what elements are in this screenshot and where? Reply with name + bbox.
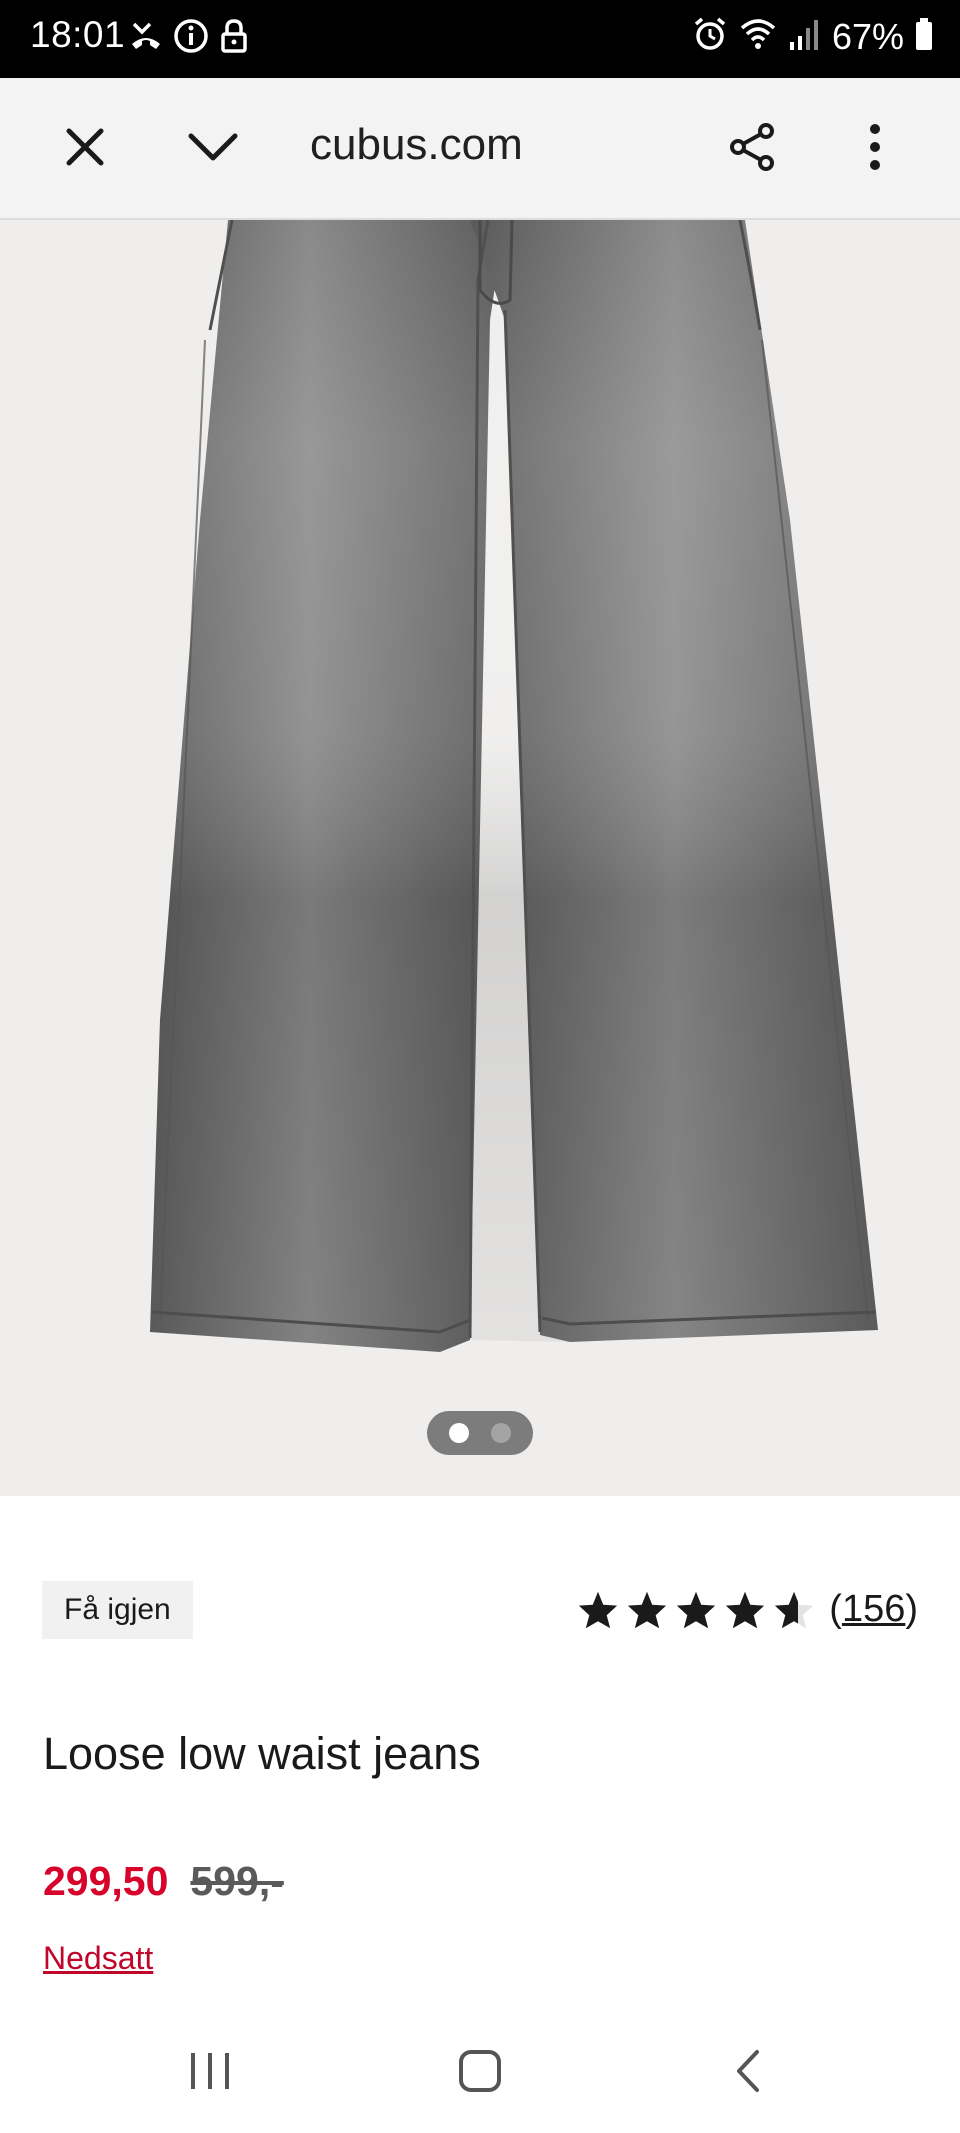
alarm-icon [692, 14, 728, 59]
star-icon [579, 1591, 618, 1628]
share-button[interactable] [717, 114, 787, 184]
close-tab-button[interactable] [50, 114, 120, 184]
status-right-icons: 67% [692, 14, 934, 59]
missed-call-icon [128, 16, 164, 61]
review-count-open: ( [829, 1588, 842, 1630]
pager-dot-1[interactable] [449, 1423, 469, 1443]
grey-jeans-image [150, 220, 878, 1352]
pager-dot-2[interactable] [491, 1423, 511, 1443]
close-icon [63, 125, 107, 174]
recents-icon [187, 2049, 233, 2098]
minimize-button[interactable] [178, 114, 248, 184]
recents-button[interactable] [170, 2038, 250, 2108]
review-count-number[interactable]: 156 [842, 1588, 905, 1630]
home-icon [457, 2048, 503, 2099]
sale-price: 299,50 [43, 1858, 169, 1904]
more-vert-icon [867, 123, 883, 176]
browser-toolbar: cubus.com [0, 78, 960, 220]
back-icon [733, 2048, 763, 2099]
star-half-icon [775, 1591, 814, 1628]
more-options-button[interactable] [840, 114, 910, 184]
product-title: Loose low waist jeans [43, 1728, 481, 1779]
product-image-gallery[interactable] [0, 220, 960, 1496]
status-left-icons [128, 16, 250, 61]
system-nav-bar [0, 2010, 960, 2133]
rating-stars [577, 1590, 815, 1630]
original-price: 599,- [190, 1858, 284, 1904]
status-time: 18:01 [30, 14, 126, 55]
review-count-link[interactable]: (156) [829, 1588, 918, 1631]
chevron-down-icon [187, 130, 239, 169]
star-icon [628, 1591, 667, 1628]
price-row: 299,50 599,- [43, 1858, 284, 1905]
cashback-badge: Få igjen [42, 1581, 193, 1639]
product-rating[interactable]: (156) [577, 1588, 918, 1631]
signal-icon [788, 14, 822, 59]
image-pager[interactable] [427, 1411, 533, 1455]
url-display[interactable]: cubus.com [310, 120, 523, 170]
star-icon [677, 1591, 716, 1628]
back-button[interactable] [708, 2038, 788, 2108]
status-bar: 18:01 67% [0, 0, 960, 78]
lock-icon [218, 16, 250, 61]
battery-percent: 67% [831, 15, 904, 57]
review-count-close: ) [905, 1588, 918, 1630]
home-button[interactable] [440, 2038, 520, 2108]
sale-link[interactable]: Nedsatt [43, 1940, 153, 1977]
info-icon [172, 16, 210, 61]
wifi-icon [738, 14, 778, 59]
star-icon [726, 1591, 765, 1628]
battery-icon [914, 14, 934, 59]
share-icon [728, 122, 776, 177]
